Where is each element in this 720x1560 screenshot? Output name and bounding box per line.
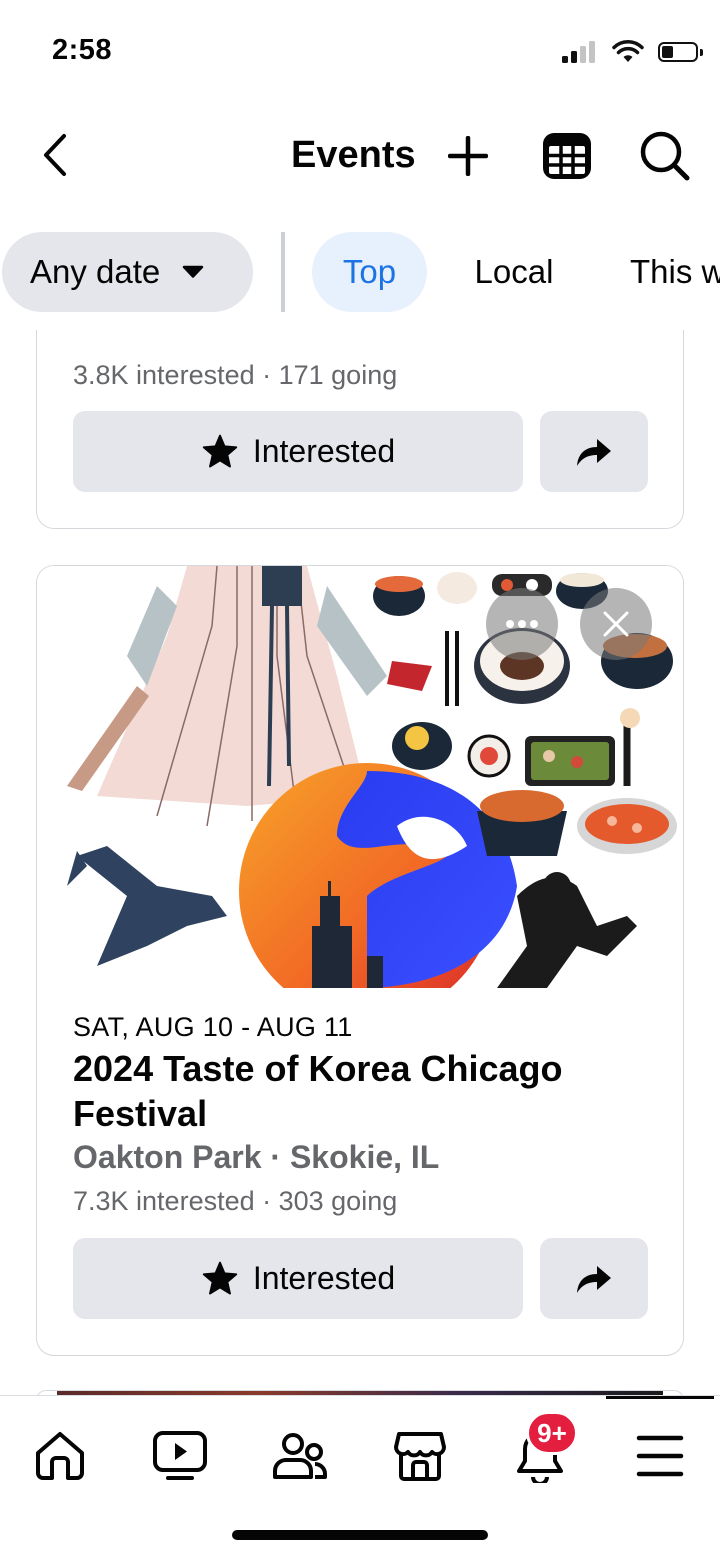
nav-marketplace[interactable] — [385, 1425, 455, 1487]
star-icon — [202, 434, 238, 467]
battery-icon — [658, 42, 703, 62]
caret-down-icon — [183, 265, 204, 278]
interested-button[interactable]: Interested — [73, 1238, 523, 1319]
status-bar: 2:58 — [0, 0, 720, 100]
share-button[interactable] — [540, 1238, 648, 1319]
page-title: Events — [291, 134, 416, 176]
tab-top[interactable]: Top — [312, 232, 427, 312]
filter-divider — [281, 232, 285, 312]
close-icon — [603, 611, 629, 637]
share-arrow-icon — [577, 438, 611, 466]
friends-icon — [273, 1433, 327, 1479]
nav-video[interactable] — [145, 1425, 215, 1487]
date-filter-label: Any date — [30, 253, 161, 290]
share-arrow-icon — [577, 1265, 611, 1293]
wifi-icon — [612, 40, 644, 62]
header: Events — [0, 112, 720, 200]
event-card[interactable]: SAT, AUG 10 - AUG 11 2024 Taste of Korea… — [36, 565, 684, 1356]
home-indicator[interactable] — [232, 1530, 488, 1540]
filter-bar: Any date Top Local This w — [0, 232, 720, 314]
event-date: SAT, AUG 10 - AUG 11 — [73, 1012, 353, 1042]
tab-local[interactable]: Local — [444, 232, 584, 312]
interested-label: Interested — [252, 1260, 396, 1296]
event-stats: 3.8K interested · 171 going — [73, 360, 398, 390]
interested-label: Interested — [252, 433, 396, 469]
video-icon — [153, 1431, 207, 1480]
date-filter-chip[interactable]: Any date — [2, 232, 253, 312]
star-icon — [202, 1261, 238, 1294]
home-icon — [36, 1432, 84, 1480]
share-button[interactable] — [540, 411, 648, 492]
notification-badge: 9+ — [526, 1411, 578, 1455]
nav-home[interactable] — [25, 1425, 95, 1487]
event-title[interactable]: 2024 Taste of Korea Chicago Festival — [73, 1046, 653, 1136]
battery-level — [662, 46, 673, 58]
chevron-left-icon — [44, 134, 66, 176]
hide-event-button[interactable] — [580, 588, 652, 660]
search-icon — [640, 131, 690, 181]
event-stats: 7.3K interested · 303 going — [73, 1186, 398, 1216]
plus-icon — [448, 136, 488, 176]
event-location: Oakton Park · Skokie, IL — [73, 1139, 440, 1175]
nav-menu[interactable] — [625, 1425, 695, 1487]
hamburger-menu-icon — [636, 1435, 684, 1477]
more-dots-icon — [506, 620, 538, 628]
nav-active-indicator — [606, 1396, 714, 1399]
cellular-signal-icon — [562, 41, 595, 63]
nav-friends[interactable] — [265, 1425, 335, 1487]
marketplace-icon — [393, 1432, 447, 1481]
tab-this-week[interactable]: This w — [602, 232, 720, 312]
calendar-button[interactable] — [539, 128, 595, 184]
search-button[interactable] — [637, 128, 693, 184]
more-options-button[interactable] — [486, 588, 558, 660]
event-card-previous[interactable]: 3.8K interested · 171 going Interested — [36, 330, 684, 529]
interested-button[interactable]: Interested — [73, 411, 523, 492]
status-icons — [562, 36, 703, 68]
calendar-icon — [543, 133, 591, 179]
event-cover-image[interactable] — [37, 566, 683, 988]
create-event-button[interactable] — [440, 128, 496, 184]
back-button[interactable] — [30, 130, 80, 180]
status-time: 2:58 — [52, 34, 113, 66]
